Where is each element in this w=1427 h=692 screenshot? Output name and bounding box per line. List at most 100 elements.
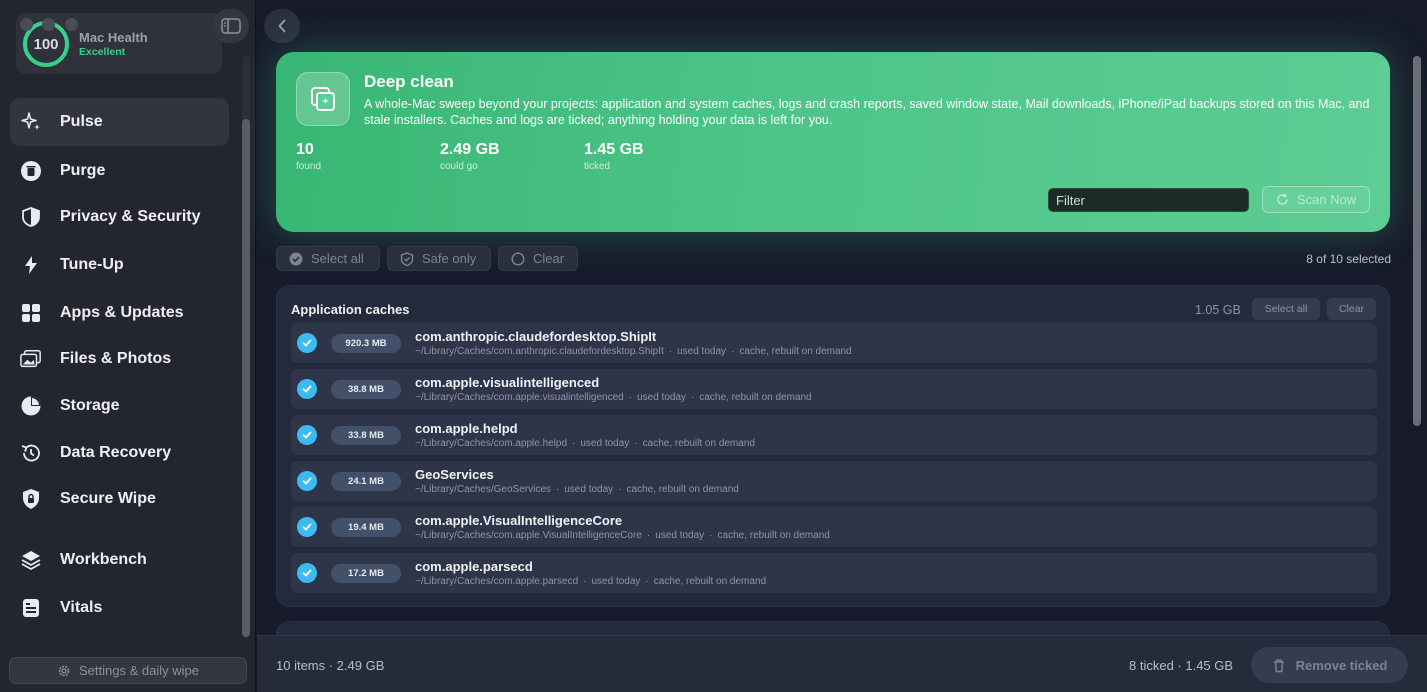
main-content: Deep clean A whole-Mac sweep beyond your… xyxy=(257,0,1427,692)
sidebar-toggle-button[interactable] xyxy=(212,9,249,43)
scan-now-label: Scan Now xyxy=(1296,192,1357,207)
checkmark-icon xyxy=(302,523,312,531)
hero-title: Deep clean xyxy=(364,72,454,91)
sidebar-item-apps-updates[interactable]: Apps & Updates xyxy=(10,289,229,337)
sidebar-item-label: Pulse xyxy=(60,113,103,130)
size-badge: 38.8 MB xyxy=(331,380,401,399)
shield-check-icon xyxy=(400,251,414,266)
window-close-button[interactable] xyxy=(20,18,33,31)
stat-found: 10 found xyxy=(296,141,321,172)
sidebar-item-tune-up[interactable]: Tune-Up xyxy=(10,241,229,289)
size-badge: 19.4 MB xyxy=(331,518,401,537)
stat-value: 10 xyxy=(296,141,314,158)
grid-icon xyxy=(20,302,42,324)
checkbox[interactable] xyxy=(297,333,317,353)
group-clear-label: Clear xyxy=(1338,303,1365,315)
group-select-all-label: Select all xyxy=(1264,303,1308,315)
stat-label: found xyxy=(296,161,322,172)
item-name: GeoServices xyxy=(415,467,494,482)
checkbox[interactable] xyxy=(297,425,317,445)
item-path: ~/Library/Caches/com.apple.parsecd xyxy=(415,576,579,587)
back-button[interactable] xyxy=(264,9,300,43)
clear-label: Clear xyxy=(533,251,565,266)
hero-description: A whole-Mac sweep beyond your projects: … xyxy=(364,97,1370,127)
sidebar-icon xyxy=(220,18,241,34)
footer-summary: 10 items · 2.49 GB xyxy=(276,658,385,673)
item-path: ~/Library/Caches/com.apple.helpd xyxy=(415,438,568,449)
checkmark-icon xyxy=(302,569,312,577)
sidebar-item-storage[interactable]: Storage xyxy=(10,382,229,430)
sidebar-item-privacy-security[interactable]: Privacy & Security xyxy=(10,193,229,241)
layers-icon xyxy=(20,549,42,571)
window-minimize-button[interactable] xyxy=(42,18,55,31)
remove-ticked-button[interactable]: Remove ticked xyxy=(1251,647,1408,683)
sidebar-item-label: Data Recovery xyxy=(60,444,172,461)
sidebar-scrollbar-thumb[interactable] xyxy=(242,119,250,637)
sidebar-scrollbar[interactable] xyxy=(242,55,250,638)
health-title: Mac Health xyxy=(79,30,148,45)
sidebar-item-data-recovery[interactable]: Data Recovery xyxy=(10,429,229,477)
main-scrollbar-thumb[interactable] xyxy=(1413,56,1421,426)
sidebar-item-vitals[interactable]: Vitals xyxy=(10,584,229,632)
filter-input[interactable] xyxy=(1048,188,1249,212)
deep-clean-hero: Deep clean A whole-Mac sweep beyond your… xyxy=(276,52,1390,232)
settings-daily-wipe-button[interactable]: Settings & daily wipe xyxy=(9,657,247,684)
table-row[interactable]: 38.8 MB com.apple.visualintelligenced ~/… xyxy=(291,369,1377,409)
select-all-label: Select all xyxy=(311,251,364,266)
sidebar-item-label: Files & Photos xyxy=(60,350,172,367)
settings-label: Settings & daily wipe xyxy=(79,663,199,678)
table-row[interactable]: 33.8 MB com.apple.helpd ~/Library/Caches… xyxy=(291,415,1377,455)
table-row[interactable]: 24.1 MB GeoServices ~/Library/Caches/Geo… xyxy=(291,461,1377,501)
group-title: Application caches xyxy=(291,302,410,317)
checkbox[interactable] xyxy=(297,471,317,491)
refresh-icon xyxy=(1277,193,1288,205)
checkbox[interactable] xyxy=(297,517,317,537)
item-note: cache, rebuilt on demand xyxy=(626,484,739,495)
group-size: 1.05 GB xyxy=(1195,303,1241,317)
item-name: com.apple.VisualIntelligenceCore xyxy=(415,513,623,528)
gear-icon xyxy=(58,665,70,676)
scan-now-button[interactable]: Scan Now xyxy=(1262,186,1370,213)
item-note: cache, rebuilt on demand xyxy=(653,576,767,587)
sidebar-item-secure-wipe[interactable]: Secure Wipe xyxy=(10,475,229,523)
application-caches-group: Application caches 1.05 GB Select all Cl… xyxy=(276,285,1390,607)
shield-icon xyxy=(20,206,42,228)
stat-value: 1.45 GB xyxy=(584,141,644,158)
window-zoom-button[interactable] xyxy=(65,18,78,31)
item-meta: ~/Library/Caches/com.apple.visualintelli… xyxy=(415,392,812,403)
sidebar-item-workbench[interactable]: Workbench xyxy=(10,536,229,584)
sidebar: 100 Mac Health Excellent Pulse Purge Pri… xyxy=(0,0,256,692)
sidebar-item-label: Apps & Updates xyxy=(60,304,184,321)
safe-only-button[interactable]: Safe only xyxy=(387,246,491,271)
checkmark-icon xyxy=(302,431,312,439)
stat-could-go: 2.49 GB could go xyxy=(440,141,500,172)
sidebar-item-label: Secure Wipe xyxy=(60,490,156,507)
item-used: used today xyxy=(655,530,705,541)
stat-label: could go xyxy=(440,161,478,172)
sidebar-item-label: Purge xyxy=(60,162,106,179)
group-clear-button[interactable]: Clear xyxy=(1327,298,1376,320)
sidebar-item-pulse[interactable]: Pulse xyxy=(10,98,229,146)
health-status: Excellent xyxy=(79,46,126,58)
item-meta: ~/Library/Caches/com.apple.helpd · used to… xyxy=(415,438,755,449)
main-scrollbar[interactable] xyxy=(1412,52,1422,630)
photos-icon xyxy=(20,348,42,370)
sidebar-item-files-photos[interactable]: Files & Photos xyxy=(10,335,229,383)
item-used: used today xyxy=(677,346,727,357)
sidebar-item-label: Vitals xyxy=(60,599,103,616)
item-name: com.apple.visualintelligenced xyxy=(415,375,600,390)
checkbox[interactable] xyxy=(297,379,317,399)
item-meta: ~/Library/Caches/com.apple.parsecd · used … xyxy=(415,576,767,587)
trash-icon xyxy=(1273,658,1284,672)
stat-ticked: 1.45 GB ticked xyxy=(584,141,644,172)
table-row[interactable]: 19.4 MB com.apple.VisualIntelligenceCore… xyxy=(291,507,1377,547)
clear-selection-button[interactable]: Clear xyxy=(498,246,578,271)
table-row[interactable]: 17.2 MB com.apple.parsecd ~/Library/Cach… xyxy=(291,553,1377,593)
checkbox[interactable] xyxy=(297,563,317,583)
sidebar-item-purge[interactable]: Purge xyxy=(10,147,229,195)
history-icon xyxy=(20,442,42,464)
select-all-button[interactable]: Select all xyxy=(276,246,380,271)
table-row[interactable]: 920.3 MB com.anthropic.claudefordesktop.… xyxy=(291,323,1377,363)
group-select-all-button[interactable]: Select all xyxy=(1252,298,1320,320)
size-badge: 24.1 MB xyxy=(331,472,401,491)
